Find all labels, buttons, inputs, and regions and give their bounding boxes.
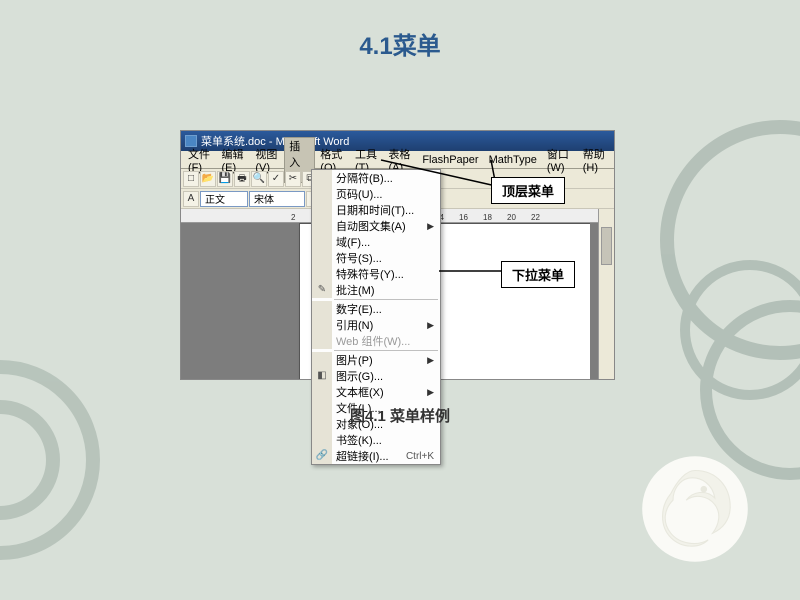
dropdown-item: Web 组件(W)...	[312, 333, 440, 349]
preview-icon[interactable]: 🔍	[251, 171, 267, 187]
ruler-tick: 18	[483, 213, 507, 222]
slide-title-text: 菜单	[393, 33, 441, 60]
submenu-arrow-icon: ▶	[427, 355, 434, 366]
blank-icon	[312, 234, 332, 250]
dropdown-item-label: 页码(U)...	[336, 186, 382, 202]
decorative-pattern-left	[0, 360, 100, 560]
dropdown-item-label: Web 组件(W)...	[336, 333, 410, 349]
dropdown-item[interactable]: 数字(E)...	[312, 301, 440, 317]
word-menubar: 文件(F)编辑(E)视图(V)插入(I)格式(O)工具(T)表格(A)Flash…	[181, 151, 614, 169]
menu-item[interactable]: 帮助(H)	[578, 145, 612, 175]
blank-icon	[312, 384, 332, 400]
dropdown-item[interactable]: 特殊符号(Y)...	[312, 266, 440, 282]
figure-caption: 图4.1 菜单样例	[0, 405, 800, 426]
new-doc-icon[interactable]: □	[183, 171, 199, 187]
blank-icon	[312, 186, 332, 202]
ruler-tick: 20	[507, 213, 531, 222]
dropdown-item-label: 文本框(X)	[336, 384, 384, 400]
menu-item[interactable]: 窗口(W)	[542, 145, 578, 175]
note-icon: ✎	[312, 282, 332, 298]
save-icon[interactable]: 💾	[217, 171, 233, 187]
blank-icon	[312, 317, 332, 333]
dropdown-item-label: 书签(K)...	[336, 432, 382, 448]
dropdown-item[interactable]: 引用(N) ▶	[312, 317, 440, 333]
font-select[interactable]: 宋体	[249, 191, 305, 207]
link-icon: 🔗	[312, 448, 332, 464]
dropdown-item[interactable]: 图片(P) ▶	[312, 352, 440, 368]
dropdown-item-label: 图片(P)	[336, 352, 373, 368]
dropdown-item-label: 图示(G)...	[336, 368, 383, 384]
dropdown-item-label: 符号(S)...	[336, 250, 382, 266]
dropdown-item-label: 日期和时间(T)...	[336, 202, 414, 218]
dropdown-item[interactable]: 日期和时间(T)...	[312, 202, 440, 218]
dropdown-item-label: 引用(N)	[336, 317, 373, 333]
menu-item[interactable]: MathType	[484, 153, 542, 167]
decorative-dragon-icon	[640, 454, 750, 564]
callout-dropdown-menu: 下拉菜单	[501, 261, 575, 288]
slide-title-number: 4.1	[359, 33, 392, 60]
style-select[interactable]: 正文	[200, 191, 248, 207]
slide-title: 4.1菜单	[0, 26, 800, 61]
dropdown-item[interactable]: 书签(K)...	[312, 432, 440, 448]
dropdown-item-label: 数字(E)...	[336, 301, 382, 317]
diag-icon: ◧	[312, 368, 332, 384]
blank-icon	[312, 250, 332, 266]
dropdown-item[interactable]: 文本框(X) ▶	[312, 384, 440, 400]
vertical-scrollbar[interactable]	[598, 209, 614, 379]
dropdown-item[interactable]: ✎批注(M)	[312, 282, 440, 298]
format-icon[interactable]: A	[183, 191, 199, 207]
scrollbar-thumb[interactable]	[601, 227, 612, 265]
submenu-arrow-icon: ▶	[427, 387, 434, 398]
cut-icon[interactable]: ✂	[285, 171, 301, 187]
dropdown-item[interactable]: 自动图文集(A) ▶	[312, 218, 440, 234]
blank-icon	[312, 333, 332, 349]
blank-icon	[312, 266, 332, 282]
ruler-tick: 16	[459, 213, 483, 222]
dropdown-item[interactable]: 🔗超链接(I)... Ctrl+K	[312, 448, 440, 464]
dropdown-item[interactable]: ◧图示(G)...	[312, 368, 440, 384]
submenu-arrow-icon: ▶	[427, 320, 434, 331]
dropdown-item-label: 超链接(I)...	[336, 448, 389, 464]
open-icon[interactable]: 📂	[200, 171, 216, 187]
dropdown-item-label: 分隔符(B)...	[336, 170, 393, 186]
shortcut-label: Ctrl+K	[406, 451, 434, 462]
dropdown-item[interactable]: 符号(S)...	[312, 250, 440, 266]
spellcheck-icon[interactable]: ✓	[268, 171, 284, 187]
dropdown-item[interactable]: 分隔符(B)...	[312, 170, 440, 186]
blank-icon	[312, 432, 332, 448]
blank-icon	[312, 352, 332, 368]
dropdown-item-label: 批注(M)	[336, 282, 375, 298]
ruler-tick: 22	[531, 213, 555, 222]
blank-icon	[312, 170, 332, 186]
blank-icon	[312, 202, 332, 218]
dropdown-item[interactable]: 页码(U)...	[312, 186, 440, 202]
dropdown-item-label: 域(F)...	[336, 234, 370, 250]
menu-divider	[334, 350, 438, 351]
callout-top-menu: 顶层菜单	[491, 177, 565, 204]
dropdown-item[interactable]: 域(F)...	[312, 234, 440, 250]
blank-icon	[312, 218, 332, 234]
decorative-pattern-right	[640, 120, 800, 500]
blank-icon	[312, 301, 332, 317]
figure-screenshot: 菜单系统.doc - Microsoft Word 文件(F)编辑(E)视图(V…	[180, 130, 615, 380]
dropdown-item-label: 特殊符号(Y)...	[336, 266, 404, 282]
submenu-arrow-icon: ▶	[427, 221, 434, 232]
print-icon[interactable]: 🖶	[234, 171, 250, 187]
dropdown-item-label: 自动图文集(A)	[336, 218, 406, 234]
menu-divider	[334, 299, 438, 300]
menu-item[interactable]: FlashPaper	[417, 153, 483, 167]
